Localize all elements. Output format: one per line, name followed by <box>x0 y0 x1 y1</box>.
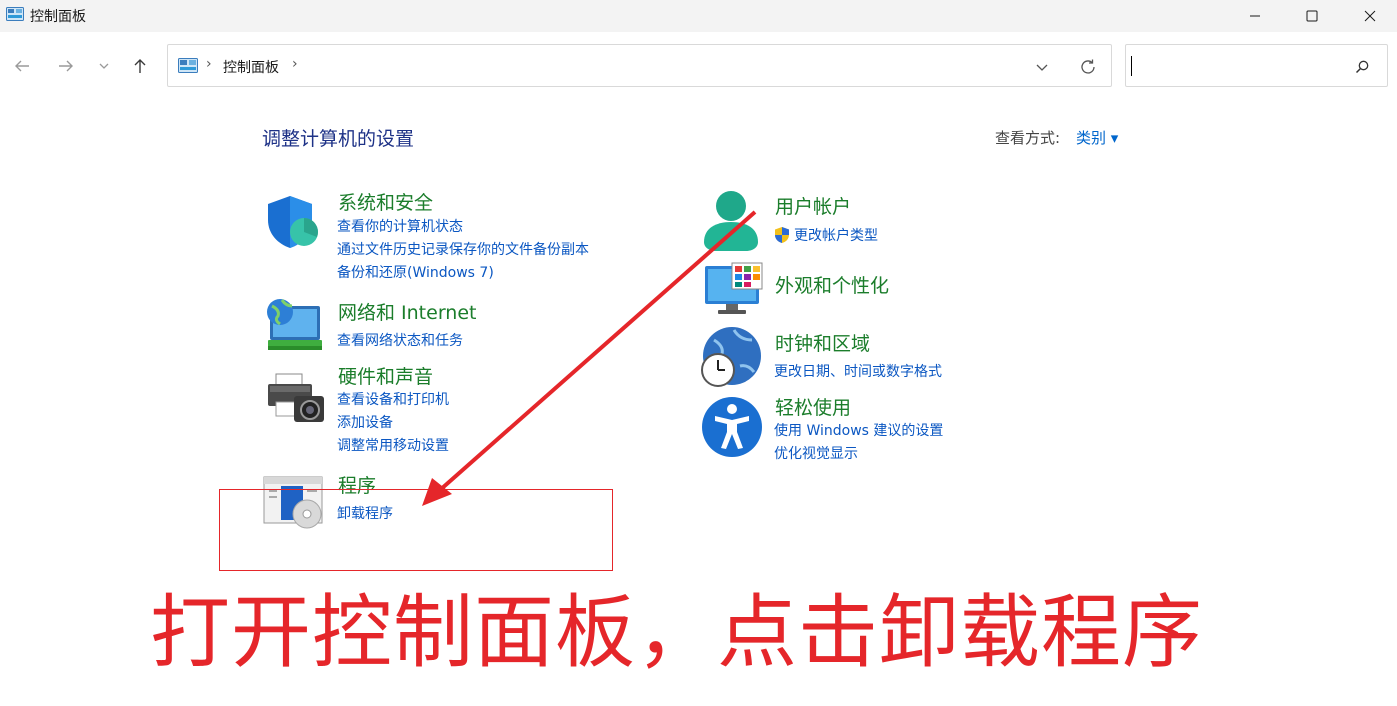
refresh-icon[interactable] <box>1078 57 1098 77</box>
link-mobility-settings[interactable]: 调整常用移动设置 <box>337 435 449 455</box>
link-backup-restore[interactable]: 备份和还原(Windows 7) <box>337 262 494 282</box>
view-by-label: 查看方式: <box>995 129 1061 147</box>
minimize-icon <box>1250 15 1260 17</box>
maximize-button[interactable] <box>1289 0 1335 32</box>
control-panel-icon <box>6 7 24 21</box>
window-title: 控制面板 <box>30 9 86 25</box>
arrow-up-icon <box>134 59 146 73</box>
arrow-left-icon <box>15 60 29 72</box>
maximize-icon <box>1306 10 1318 22</box>
control-panel-icon <box>178 58 198 73</box>
breadcrumb-item-control-panel[interactable]: 控制面板 <box>223 57 279 77</box>
category-system-security[interactable]: 系统和安全 <box>338 188 433 215</box>
view-by-dropdown[interactable]: 类别 ▾ <box>1076 127 1118 148</box>
search-icon[interactable] <box>1354 59 1370 75</box>
link-add-device[interactable]: 添加设备 <box>337 412 393 432</box>
breadcrumb-separator[interactable]: › <box>292 56 298 72</box>
chevron-down-icon[interactable] <box>1032 57 1052 77</box>
link-network-status[interactable]: 查看网络状态和任务 <box>337 330 463 350</box>
category-user-accounts[interactable]: 用户帐户 <box>775 192 851 219</box>
category-network-internet[interactable]: 网络和 Internet <box>338 298 476 325</box>
category-clock-region[interactable]: 时钟和区域 <box>775 329 870 356</box>
back-button[interactable] <box>8 52 36 80</box>
clock-globe-icon[interactable] <box>700 326 762 388</box>
title-bar: 控制面板 <box>0 0 1397 32</box>
page-title: 调整计算机的设置 <box>262 128 415 150</box>
arrow-right-icon <box>59 60 73 72</box>
monitor-palette-icon[interactable] <box>704 262 764 316</box>
uac-shield-icon <box>775 227 789 243</box>
category-appearance-personalization[interactable]: 外观和个性化 <box>775 271 889 298</box>
link-windows-recommended-settings[interactable]: 使用 Windows 建议的设置 <box>774 420 943 440</box>
annotation-caption: 打开控制面板，点击卸载程序 <box>150 586 1203 679</box>
printer-camera-icon[interactable] <box>266 372 326 424</box>
network-globe-icon[interactable] <box>264 296 324 354</box>
accessibility-icon[interactable] <box>701 396 763 458</box>
annotation-highlight-box <box>219 489 613 571</box>
address-bar[interactable]: › 控制面板 › <box>167 44 1112 87</box>
category-hardware-sound[interactable]: 硬件和声音 <box>338 362 433 389</box>
link-change-account-type[interactable]: 更改帐户类型 <box>794 225 878 245</box>
link-devices-printers[interactable]: 查看设备和打印机 <box>337 389 449 409</box>
link-view-computer-status[interactable]: 查看你的计算机状态 <box>337 216 463 236</box>
link-change-date-time-format[interactable]: 更改日期、时间或数字格式 <box>774 361 942 381</box>
category-ease-of-access[interactable]: 轻松使用 <box>775 393 851 420</box>
up-button[interactable] <box>126 52 154 80</box>
link-file-history-backup[interactable]: 通过文件历史记录保存你的文件备份副本 <box>337 239 589 259</box>
navigation-bar: › 控制面板 › <box>0 32 1397 100</box>
recent-locations-button[interactable] <box>90 52 118 80</box>
text-caret <box>1131 56 1132 76</box>
breadcrumb-separator[interactable]: › <box>206 56 212 72</box>
chevron-down-icon <box>99 63 109 69</box>
close-button[interactable] <box>1347 0 1393 32</box>
forward-button[interactable] <box>52 52 80 80</box>
user-icon[interactable] <box>702 190 760 252</box>
minimize-button[interactable] <box>1232 0 1278 32</box>
search-input[interactable] <box>1125 44 1388 87</box>
close-icon <box>1364 10 1376 22</box>
shield-icon[interactable] <box>264 194 322 250</box>
link-optimize-visual-display[interactable]: 优化视觉显示 <box>774 443 858 463</box>
